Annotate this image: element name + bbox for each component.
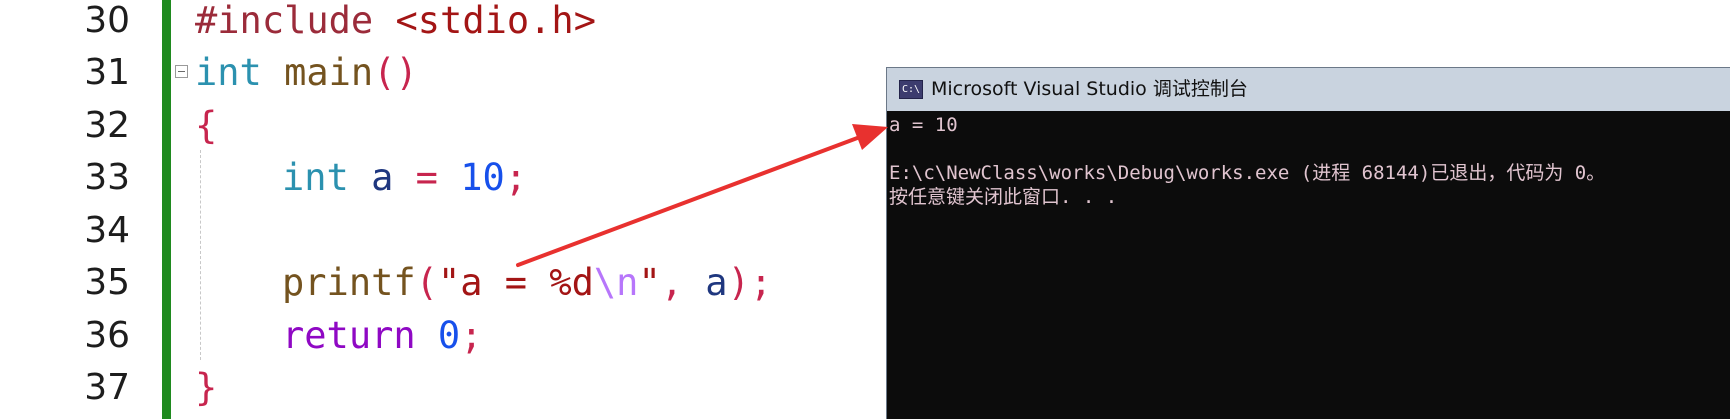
scope-guide-line [200, 150, 201, 360]
code-line-37: } [195, 361, 217, 414]
open-paren: ( [415, 261, 438, 304]
close-brace: } [195, 366, 218, 409]
line-number: 32 [84, 105, 130, 146]
open-brace: { [195, 104, 218, 147]
code-line-30: #include <stdio.h> [195, 0, 596, 47]
close-paren: ) [727, 261, 750, 304]
line-number-gutter: 30 31 32 33 34 35 36 37 [0, 0, 135, 419]
line-number: 33 [84, 157, 130, 198]
type-keyword: int [282, 156, 349, 199]
screenshot-root: 30 31 32 33 34 35 36 37 #include <stdio.… [0, 0, 1730, 419]
line-number: 30 [84, 0, 130, 41]
console-output-area[interactable]: a = 10 E:\c\NewClass\works\Debug\works.e… [887, 111, 1730, 419]
escape-sequence: \n [593, 261, 639, 304]
console-app-icon[interactable]: C:\ [899, 80, 923, 99]
return-keyword: return [282, 314, 416, 357]
variable-name: a [348, 156, 394, 199]
function-name: main [261, 51, 374, 94]
line-number: 36 [84, 315, 130, 356]
console-output-line: 按任意键关闭此窗口. . . [889, 186, 1118, 208]
semicolon: ; [460, 314, 483, 357]
code-line-36: return 0; [282, 309, 483, 362]
console-output-line: E:\c\NewClass\works\Debug\works.exe (进程 … [889, 162, 1606, 184]
collapse-icon[interactable] [175, 65, 188, 78]
assign-operator: = [393, 156, 438, 199]
number-literal: 0 [415, 314, 461, 357]
change-tracking-bar [162, 0, 171, 419]
line-number: 35 [84, 262, 130, 303]
code-line-35: printf("a = %d\n", a); [282, 256, 772, 309]
string-literal: "a = %d [437, 261, 594, 304]
include-header: <stdio.h> [373, 0, 596, 42]
line-number: 37 [84, 367, 130, 408]
debug-console-window[interactable]: C:\ Microsoft Visual Studio 调试控制台 a = 10… [886, 67, 1730, 419]
semicolon: ; [504, 156, 528, 199]
string-close-quote: " [638, 261, 661, 304]
comma: , [660, 261, 683, 304]
type-keyword: int [195, 51, 262, 94]
argument-name: a [683, 261, 728, 304]
line-number: 31 [84, 52, 130, 93]
preprocessor-directive: #include [195, 0, 374, 42]
function-call: printf [282, 261, 416, 304]
semicolon: ; [749, 261, 773, 304]
code-line-33: int a = 10; [282, 151, 527, 204]
parentheses: () [373, 51, 418, 94]
code-line-32: { [195, 99, 217, 152]
console-window-title: Microsoft Visual Studio 调试控制台 [931, 78, 1248, 100]
console-output-line: a = 10 [889, 114, 958, 136]
number-literal: 10 [437, 156, 505, 199]
line-number: 34 [84, 210, 130, 251]
console-title-bar[interactable]: C:\ Microsoft Visual Studio 调试控制台 [887, 68, 1730, 111]
code-line-31: int main() [195, 46, 418, 99]
